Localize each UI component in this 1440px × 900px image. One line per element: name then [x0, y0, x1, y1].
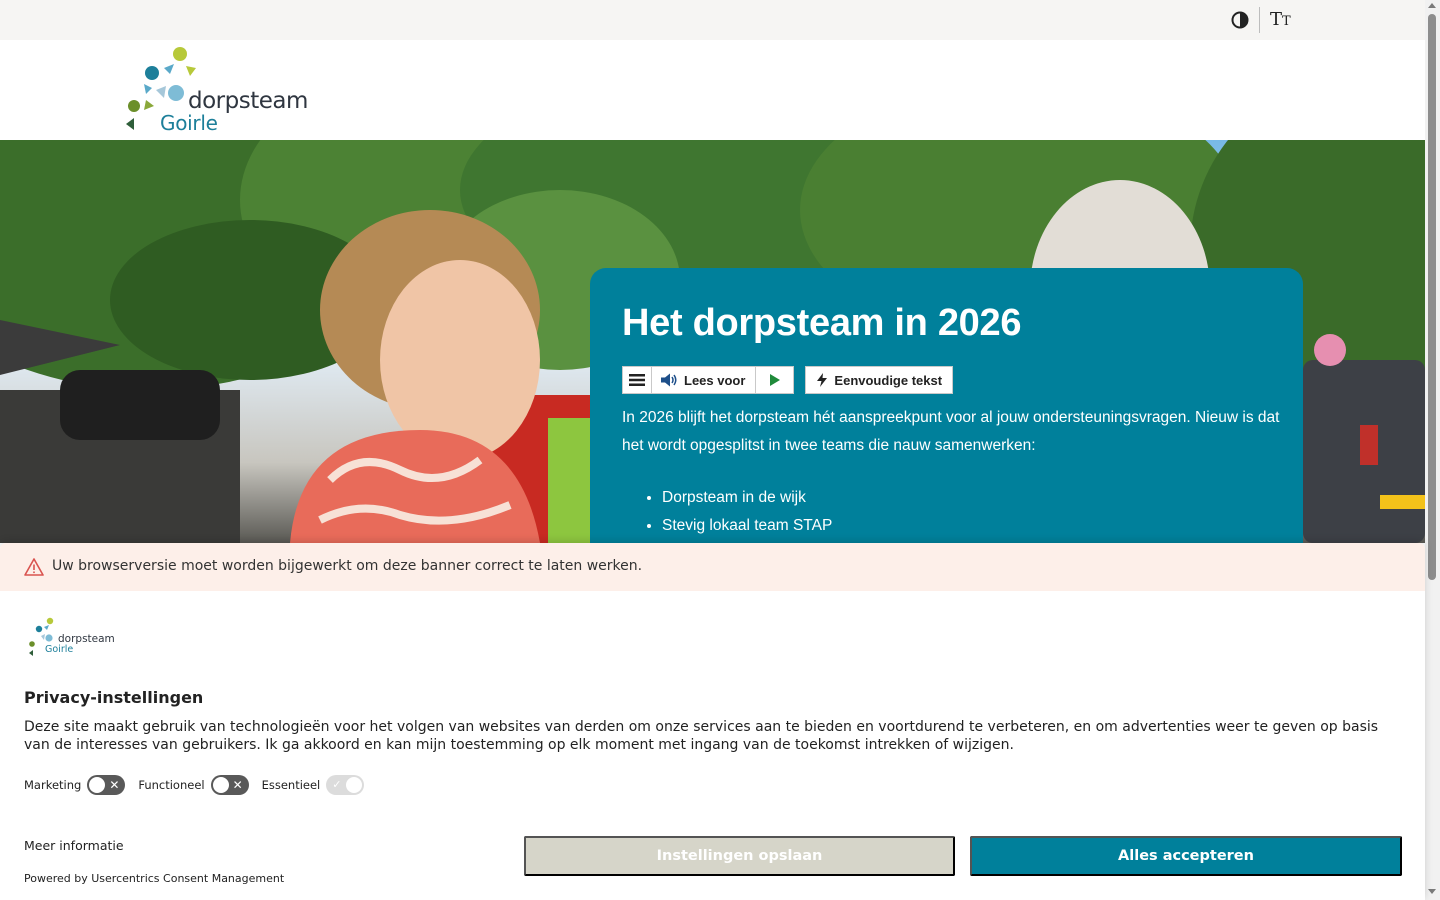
utility-divider [1259, 7, 1260, 33]
hero-team-list: Dorpsteam in de wijk Stevig lokaal team … [662, 484, 832, 540]
site-logo[interactable]: dorpsteam Goirle [124, 46, 314, 136]
readspeaker-listen-button[interactable]: Lees voor [652, 366, 757, 394]
save-settings-button[interactable]: Instellingen opslaan [524, 836, 955, 876]
browser-warning-bar: Uw browserversie moet worden bijgewerkt … [0, 543, 1425, 591]
consent-description: Deze site maakt gebruik van technologieë… [24, 719, 1379, 753]
close-icon: ✕ [109, 778, 120, 792]
more-info-link[interactable]: Meer informatie [24, 838, 124, 853]
menu-icon [629, 374, 645, 386]
consent-title: Privacy-instellingen [24, 688, 204, 707]
toggle-essential: ✓ [326, 775, 365, 795]
hero-section: Het dorpsteam in 2026 Lees voor Eenvoudi… [0, 140, 1425, 543]
accept-all-button[interactable]: Alles accepteren [970, 836, 1402, 876]
consent-banner: Uw browserversie moet worden bijgewerkt … [0, 543, 1425, 900]
speaker-icon [661, 373, 677, 387]
logo-text-goirle: Goirle [160, 111, 218, 135]
play-icon [769, 374, 780, 386]
simple-text-button[interactable]: Eenvoudige tekst [805, 366, 954, 394]
consent-logo-text-goirle: Goirle [45, 644, 74, 655]
hero-card: Het dorpsteam in 2026 Lees voor Eenvoudi… [590, 268, 1303, 543]
page-scrollbar[interactable] [1425, 0, 1440, 900]
utility-bar: TT [0, 0, 1425, 40]
toggle-label-functional: Functioneel [138, 778, 205, 792]
readspeaker-play-button[interactable] [756, 366, 795, 394]
close-icon: ✕ [232, 778, 243, 792]
toggle-knob [89, 777, 106, 793]
toggle-label-essential: Essentieel [261, 778, 321, 792]
toggle-functional[interactable]: ✕ [210, 775, 249, 795]
lightning-icon [817, 373, 828, 387]
list-item: Dorpsteam in de wijk [662, 484, 832, 512]
list-item: Stevig lokaal team STAP [662, 512, 832, 540]
site-header: dorpsteam Goirle [0, 40, 1425, 140]
hero-title: Het dorpsteam in 2026 [622, 302, 1022, 344]
toggle-knob [346, 777, 363, 793]
simple-text-label: Eenvoudige tekst [834, 372, 943, 388]
hero-intro-text: In 2026 blijft het dorpsteam hét aanspre… [622, 409, 1280, 454]
consent-toggles: Marketing ✕ Functioneel ✕ Essentieel ✓ [24, 775, 377, 795]
powered-by-text: Powered by Usercentrics Consent Manageme… [24, 872, 285, 885]
text-size-button[interactable]: TT [1270, 9, 1296, 31]
toggle-marketing[interactable]: ✕ [87, 775, 126, 795]
text-size-icon-large: T [1270, 9, 1283, 30]
scroll-thumb[interactable] [1428, 14, 1436, 580]
readspeaker-listen-label: Lees voor [684, 372, 746, 388]
readspeaker-toolbar: Lees voor Eenvoudige tekst [622, 366, 954, 394]
check-icon: ✓ [332, 778, 342, 791]
contrast-icon[interactable] [1230, 10, 1250, 30]
text-size-icon-small: T [1282, 14, 1291, 29]
toggle-knob [212, 777, 229, 793]
warning-icon [24, 558, 44, 576]
readspeaker-menu-button[interactable] [622, 366, 652, 394]
scroll-up-arrow-icon[interactable] [1428, 3, 1436, 8]
scroll-down-arrow-icon[interactable] [1428, 889, 1436, 894]
toggle-label-marketing: Marketing [24, 778, 82, 792]
browser-warning-text: Uw browserversie moet worden bijgewerkt … [52, 558, 643, 574]
consent-logo: dorpsteam Goirle [28, 617, 118, 659]
